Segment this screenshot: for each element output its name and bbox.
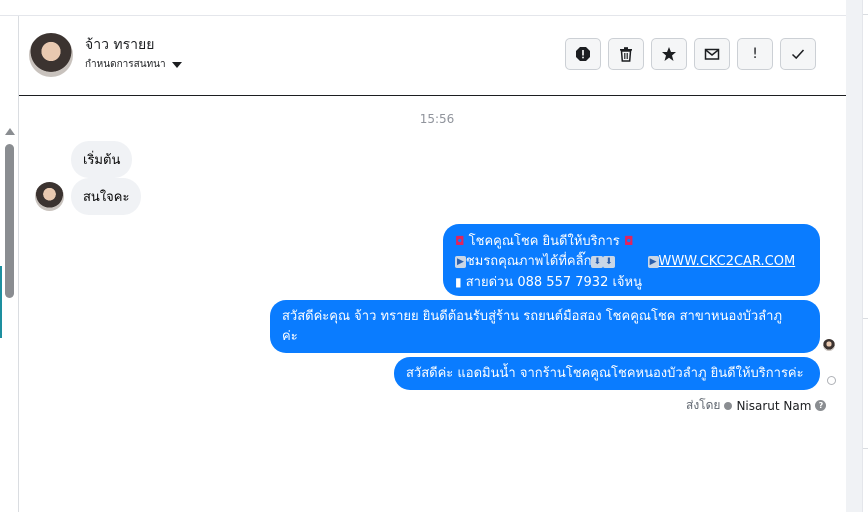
greeting-message[interactable]: สวัสดีค่ะคุณ จ้าว ทรายย ยินดีต้อนรับสู่ร… (270, 300, 820, 353)
trash-icon (620, 47, 632, 62)
admin-message[interactable]: สวัสดีค่ะ แอดมินน้ำ จากร้านโชคคูณโชคหนอง… (394, 357, 820, 390)
check-icon (791, 49, 805, 60)
down-arrow-emoji-icon: ⬇ (603, 255, 615, 268)
contact-name[interactable]: จ้าว ทรายย (85, 34, 154, 56)
greeting-line: สวัสดีค่ะคุณ จ้าว ทรายย ยินดีต้อนรับสู่ร… (282, 309, 783, 324)
delete-button[interactable] (608, 38, 644, 70)
play-emoji-icon: ▶ (647, 255, 659, 268)
down-arrow-emoji-icon: ⬇ (591, 255, 603, 268)
thread-list-scrollbar[interactable] (0, 16, 19, 512)
contact-avatar[interactable] (29, 33, 73, 77)
edge-divider (863, 14, 868, 15)
play-emoji-icon: ▶ (455, 255, 466, 268)
sent-status-icon (827, 376, 836, 385)
website-link[interactable]: WWW.CKC2CAR.COM (659, 254, 796, 269)
assign-conversation-dropdown[interactable]: กำหนดการสนทนา (85, 57, 182, 72)
incoming-message[interactable]: สนใจคะ (71, 178, 142, 215)
scroll-up-arrow-icon[interactable] (5, 128, 15, 135)
star-icon (662, 47, 676, 61)
auto-reply-line: สายด่วน 088 557 7932 เจ้หนู (465, 275, 642, 290)
agent-name: Nisarut Nam (736, 398, 812, 413)
mail-icon (704, 48, 720, 60)
top-strip (0, 0, 846, 16)
help-icon[interactable]: ? (815, 400, 827, 411)
page-scrollbar[interactable] (846, 0, 862, 512)
sent-by-label: ส่งโดย (686, 398, 721, 412)
conversation-toolbar: ! (565, 38, 816, 70)
edge-divider (863, 318, 868, 319)
auto-reply-line: ชมรถคุณภาพได้ที่คลิ๊ก (465, 254, 592, 269)
star-button[interactable] (651, 38, 687, 70)
exclaim-icon: ! (752, 46, 758, 62)
auto-reply-message[interactable]: ◘ โชคคูณโชค ยินดีให้บริการ ◘ ▶ ชมรถคุณภาพ… (443, 224, 820, 296)
follow-up-button[interactable]: ! (737, 38, 773, 70)
scroll-thumb[interactable] (5, 144, 14, 298)
greeting-line: ค่ะ (282, 329, 298, 344)
conversation-header: จ้าว ทรายย กำหนดการสนทนา ! (19, 16, 846, 96)
phone-emoji-icon: ▮ (455, 275, 462, 289)
verified-icon (724, 401, 733, 410)
seen-avatar (823, 339, 835, 351)
incoming-message[interactable]: เริ่มต้น (71, 141, 133, 178)
contact-avatar-small[interactable] (35, 182, 64, 211)
report-button[interactable] (565, 38, 601, 70)
mark-done-button[interactable] (780, 38, 816, 70)
report-icon (576, 47, 590, 61)
sent-by-info: ส่งโดย Nisarut Nam ? (686, 396, 827, 415)
selected-thread-marker (0, 266, 2, 338)
heart-emoji-icon: ◘ (455, 234, 465, 248)
assign-label: กำหนดการสนทนา (85, 59, 166, 70)
auto-reply-line: โชคคูณโชค ยินดีให้บริการ (468, 234, 620, 249)
message-timestamp: 15:56 (419, 112, 455, 126)
mark-unread-button[interactable] (694, 38, 730, 70)
chevron-down-icon (171, 61, 182, 68)
admin-message-text: สวัสดีค่ะ แอดมินน้ำ จากร้านโชคคูณโชคหนอง… (406, 366, 804, 381)
heart-emoji-icon: ◘ (623, 234, 634, 248)
edge-divider (863, 448, 868, 449)
right-panel-edge (862, 0, 868, 512)
